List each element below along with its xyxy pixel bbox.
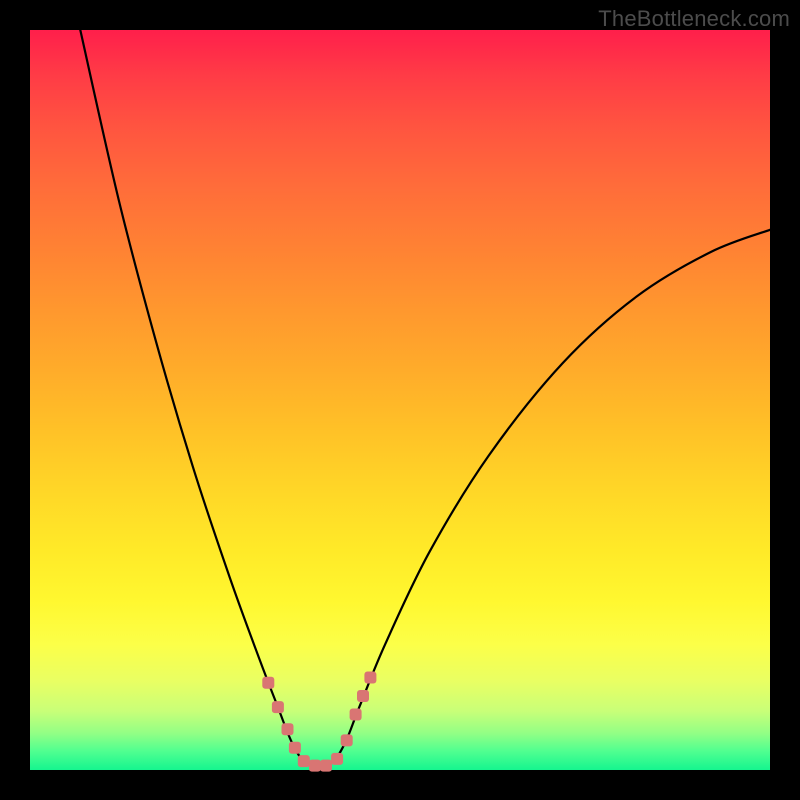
marker-point (262, 677, 274, 689)
marker-point (331, 753, 343, 765)
marker-point (289, 742, 301, 754)
marker-point (350, 709, 362, 721)
marker-point (272, 701, 284, 713)
watermark-text: TheBottleneck.com (598, 6, 790, 32)
highlight-markers (262, 672, 376, 772)
marker-point (357, 690, 369, 702)
marker-point (320, 760, 332, 772)
marker-point (282, 723, 294, 735)
bottleneck-chart (30, 30, 770, 770)
marker-point (364, 672, 376, 684)
marker-point (298, 755, 310, 767)
bottleneck-curve-line (80, 30, 770, 767)
marker-point (309, 760, 321, 772)
marker-point (341, 734, 353, 746)
